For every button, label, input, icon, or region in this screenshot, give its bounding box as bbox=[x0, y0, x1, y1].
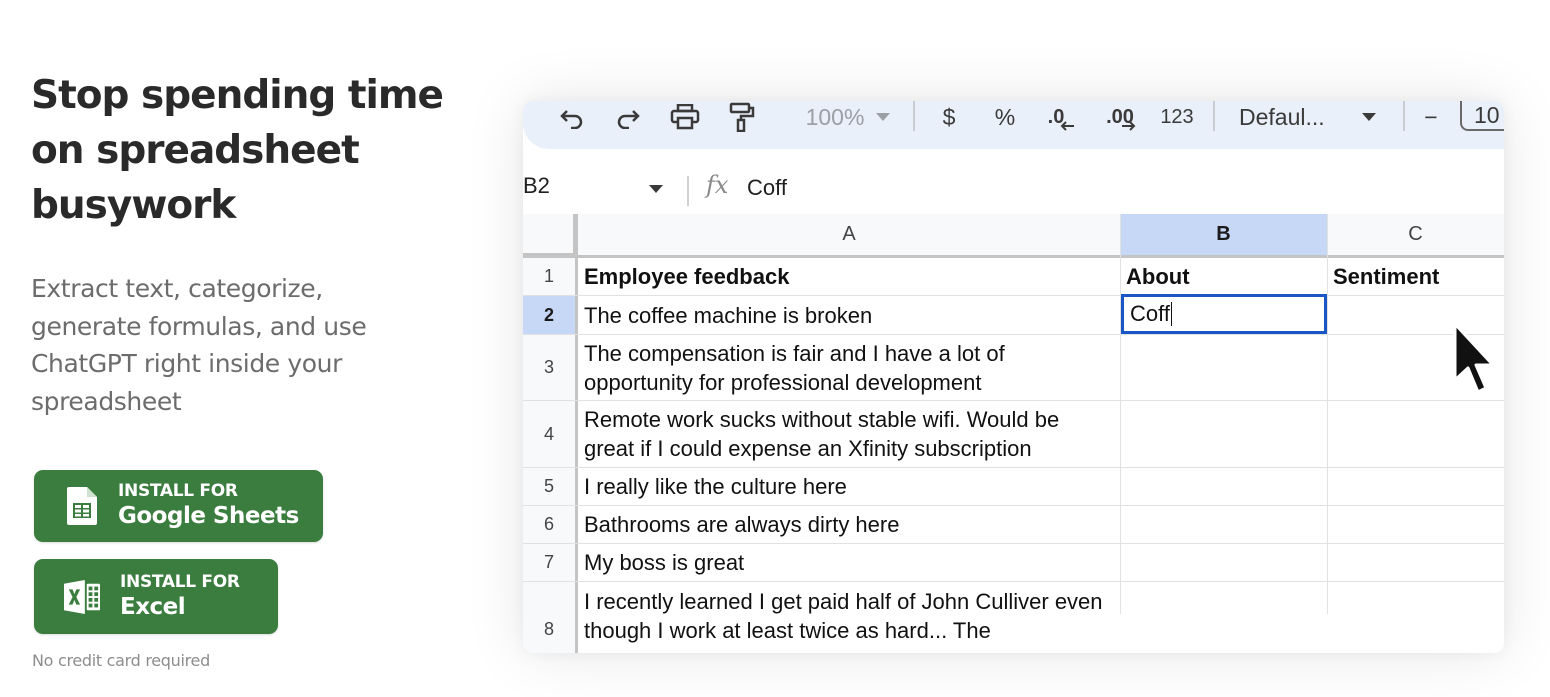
hero-subtitle-line: Extract text, categorize, bbox=[31, 274, 323, 303]
row-header[interactable]: 2 bbox=[523, 296, 575, 334]
formula-input[interactable]: Coff bbox=[747, 175, 787, 201]
row-header[interactable]: 8 bbox=[523, 582, 575, 653]
hero-subtitle-line: ChatGPT right inside your bbox=[31, 349, 342, 378]
arrow-left-icon bbox=[1060, 121, 1075, 131]
hero-title-line: busywork bbox=[31, 183, 236, 228]
table-cell[interactable]: Sentiment bbox=[1327, 258, 1504, 295]
text-caret bbox=[1170, 302, 1172, 326]
no-credit-card-note: No credit card required bbox=[32, 651, 210, 670]
formula-bar-divider bbox=[687, 176, 689, 206]
active-cell-editor[interactable]: Coff bbox=[1121, 294, 1327, 334]
table-cell[interactable]: The compensation is fair and I have a lo… bbox=[578, 335, 1120, 400]
gridline bbox=[523, 581, 1504, 582]
button-big-label: Excel bbox=[120, 593, 186, 620]
active-cell-text: Coff bbox=[1130, 301, 1170, 326]
name-box-caret-icon[interactable] bbox=[649, 180, 663, 198]
currency-button[interactable]: $ bbox=[937, 101, 961, 133]
install-google-sheets-button[interactable]: INSTALL FOR Google Sheets bbox=[34, 470, 323, 542]
row-header[interactable]: 1 bbox=[523, 258, 575, 295]
google-sheets-icon bbox=[64, 486, 100, 526]
undo-icon[interactable] bbox=[557, 101, 587, 133]
increase-decimal-button[interactable]: .00 bbox=[1101, 101, 1141, 133]
hero-title-line: on spreadsheet bbox=[31, 128, 360, 173]
toolbar-divider bbox=[1213, 101, 1215, 131]
percent-button[interactable]: % bbox=[993, 101, 1017, 133]
row-header[interactable]: 7 bbox=[523, 544, 575, 581]
button-small-label: INSTALL FOR bbox=[118, 481, 238, 501]
mouse-pointer-icon bbox=[1452, 322, 1496, 405]
row-header[interactable]: 6 bbox=[523, 506, 575, 543]
table-cell[interactable]: My boss is great bbox=[578, 544, 1120, 581]
table-cell[interactable]: About bbox=[1120, 258, 1327, 295]
zoom-caret-icon[interactable] bbox=[873, 101, 893, 133]
column-header-c[interactable]: C bbox=[1327, 214, 1504, 258]
font-size-input[interactable]: 10 bbox=[1460, 101, 1504, 131]
toolbar-divider bbox=[913, 101, 915, 131]
row-header[interactable]: 4 bbox=[523, 401, 575, 467]
hero-title: Stop spending time on spreadsheet busywo… bbox=[31, 68, 451, 233]
arrow-right-icon bbox=[1121, 121, 1136, 131]
button-big-label: Google Sheets bbox=[118, 503, 299, 529]
spreadsheet-preview: 100% $ % .0 .00 123 Defaul... − 10 B2 fx bbox=[523, 101, 1504, 653]
hero-subtitle: Extract text, categorize, generate formu… bbox=[31, 270, 421, 420]
table-cell[interactable]: I recently learned I get paid half of Jo… bbox=[578, 587, 1120, 653]
font-select[interactable]: Defaul... bbox=[1239, 101, 1339, 133]
column-header-b[interactable]: B bbox=[1120, 214, 1327, 258]
hero-subtitle-line: generate formulas, and use bbox=[31, 311, 367, 341]
font-caret-icon[interactable] bbox=[1359, 101, 1379, 133]
column-header-a[interactable]: A bbox=[578, 214, 1120, 258]
button-small-label: INSTALL FOR bbox=[120, 571, 240, 592]
print-icon[interactable] bbox=[669, 101, 701, 133]
row-header[interactable]: 3 bbox=[523, 335, 575, 400]
install-excel-button[interactable]: INSTALL FOR Excel bbox=[34, 559, 278, 634]
formula-bar: B2 fx Coff bbox=[523, 163, 1504, 213]
row-header[interactable]: 5 bbox=[523, 468, 575, 505]
select-all-corner[interactable] bbox=[523, 214, 578, 258]
table-cell[interactable]: I really like the culture here bbox=[578, 468, 1120, 505]
decrease-decimal-button[interactable]: .0 bbox=[1043, 101, 1079, 133]
toolbar-divider bbox=[1403, 101, 1405, 131]
decrease-font-size-button[interactable]: − bbox=[1419, 101, 1443, 133]
hero-subtitle-line: spreadsheet bbox=[31, 386, 182, 416]
paint-format-icon[interactable] bbox=[726, 101, 758, 133]
table-cell[interactable]: Employee feedback bbox=[578, 258, 1120, 295]
zoom-select[interactable]: 100% bbox=[785, 101, 885, 133]
hero-title-line: Stop spending time bbox=[31, 73, 444, 118]
table-cell[interactable]: Remote work sucks without stable wifi. W… bbox=[578, 401, 1120, 467]
table-cell[interactable]: The coffee machine is broken bbox=[578, 296, 1120, 334]
number-format-button[interactable]: 123 bbox=[1155, 101, 1199, 133]
table-cell[interactable]: Bathrooms are always dirty here bbox=[578, 506, 1120, 543]
fx-icon: fx bbox=[706, 171, 729, 199]
redo-icon[interactable] bbox=[613, 101, 643, 133]
excel-icon bbox=[64, 577, 100, 617]
toolbar: 100% $ % .0 .00 123 Defaul... − 10 bbox=[523, 101, 1504, 149]
name-box[interactable]: B2 bbox=[523, 173, 550, 199]
